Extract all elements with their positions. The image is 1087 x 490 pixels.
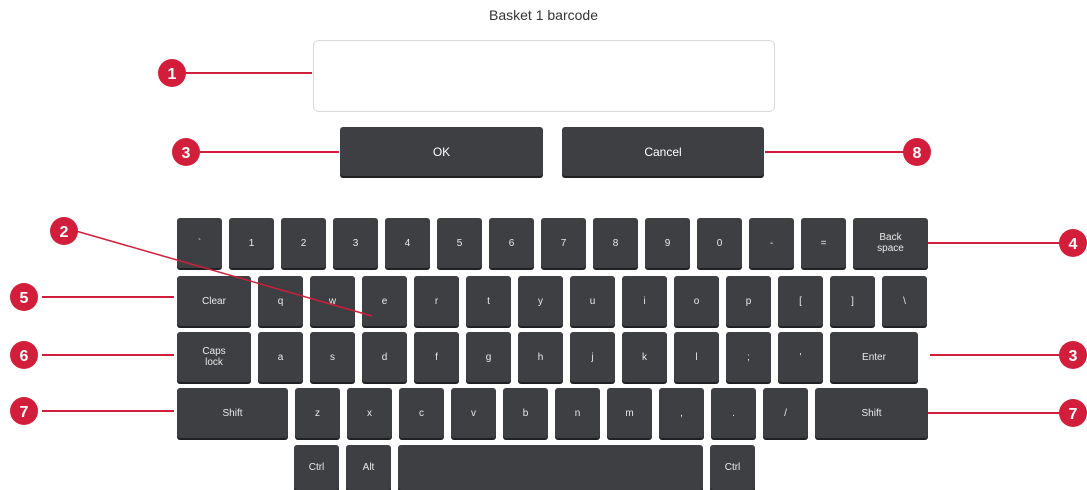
callout-number-8: 8 bbox=[913, 145, 922, 162]
callout-line-2 bbox=[68, 228, 373, 317]
callout-number-7b: 7 bbox=[1069, 406, 1078, 423]
callout-number-4: 4 bbox=[1069, 236, 1078, 253]
callout-lines bbox=[42, 72, 1064, 414]
callout-number-6: 6 bbox=[20, 348, 29, 365]
callout-badges bbox=[10, 59, 1087, 427]
callout-number-5: 5 bbox=[20, 290, 29, 307]
callout-number-7a: 7 bbox=[20, 404, 29, 421]
callout-number-3b: 3 bbox=[1069, 348, 1078, 365]
callout-overlay: 1 2 3 3 4 5 6 7 7 8 bbox=[10, 59, 1087, 427]
callout-number-1: 1 bbox=[168, 66, 177, 83]
callout-number-3a: 3 bbox=[182, 145, 191, 162]
callout-number-2: 2 bbox=[60, 224, 69, 241]
